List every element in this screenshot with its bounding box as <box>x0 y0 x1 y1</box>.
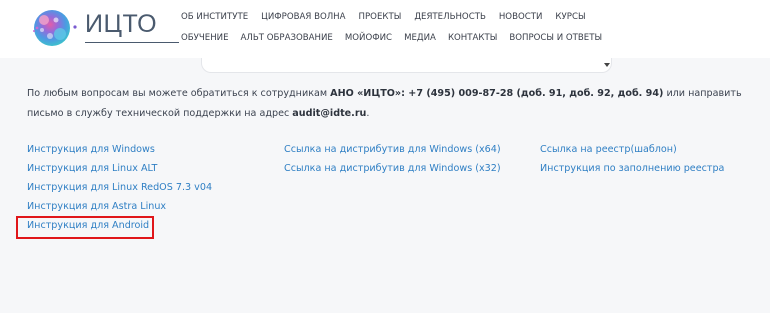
nav-contacts[interactable]: КОНТАКТЫ <box>448 33 497 43</box>
chevron-down-icon[interactable] <box>604 63 610 67</box>
nav-alt-education[interactable]: АЛЬТ ОБРАЗОВАНИЕ <box>241 33 333 43</box>
link-linux-redos-instruction[interactable]: Инструкция для Linux RedOS 7.3 v04 <box>27 182 212 193</box>
site-header: ИЦТО ОБ ИНСТИТУТЕ ЦИФРОВАЯ ВОЛНА ПРОЕКТЫ… <box>0 0 770 58</box>
link-registry-template[interactable]: Ссылка на реестр(шаблон) <box>540 144 677 155</box>
main-nav-row-2: ОБУЧЕНИЕ АЛЬТ ОБРАЗОВАНИЕ МОЙОФИС МЕДИА … <box>181 33 602 43</box>
site-logo[interactable]: ИЦТО <box>30 6 179 50</box>
support-text-end: . <box>366 108 370 119</box>
main-nav-row-1: ОБ ИНСТИТУТЕ ЦИФРОВАЯ ВОЛНА ПРОЕКТЫ ДЕЯТ… <box>181 12 586 22</box>
nav-activity[interactable]: ДЕЯТЕЛЬНОСТЬ <box>414 12 486 22</box>
nav-digital-wave[interactable]: ЦИФРОВАЯ ВОЛНА <box>261 12 345 22</box>
support-info: По любым вопросам вы можете обратиться к… <box>27 84 767 124</box>
support-email[interactable]: audit@idte.ru <box>292 108 366 119</box>
highlight-box <box>16 216 154 239</box>
nav-courses[interactable]: КУРСЫ <box>555 12 585 22</box>
logo-text: ИЦТО <box>85 10 158 38</box>
logo-underline <box>85 42 179 43</box>
nav-news[interactable]: НОВОСТИ <box>499 12 543 22</box>
nav-projects[interactable]: ПРОЕКТЫ <box>359 12 402 22</box>
link-distrib-windows-x32[interactable]: Ссылка на дистрибутив для Windows (x32) <box>284 163 501 174</box>
nav-education[interactable]: ОБУЧЕНИЕ <box>181 33 229 43</box>
link-linux-alt-instruction[interactable]: Инструкция для Linux ALT <box>27 163 157 174</box>
link-astra-linux-instruction[interactable]: Инструкция для Astra Linux <box>27 201 166 212</box>
globe-logo-icon <box>33 10 77 46</box>
nav-media[interactable]: МЕДИА <box>404 33 436 43</box>
nav-faq[interactable]: ВОПРОСЫ И ОТВЕТЫ <box>509 33 602 43</box>
link-distrib-windows-x64[interactable]: Ссылка на дистрибутив для Windows (x64) <box>284 144 501 155</box>
support-text-start: По любым вопросам вы можете обратиться к… <box>27 88 331 99</box>
link-windows-instruction[interactable]: Инструкция для Windows <box>27 144 155 155</box>
support-org-phone: АНО «ИЦТО»: +7 (495) 009-87-28 (доб. 91,… <box>330 88 664 99</box>
link-registry-instruction[interactable]: Инструкция по заполнению реестра <box>540 163 724 174</box>
nav-about[interactable]: ОБ ИНСТИТУТЕ <box>181 12 248 22</box>
nav-myoffice[interactable]: МОЙОФИС <box>345 33 392 43</box>
dropdown-select[interactable] <box>201 58 612 73</box>
